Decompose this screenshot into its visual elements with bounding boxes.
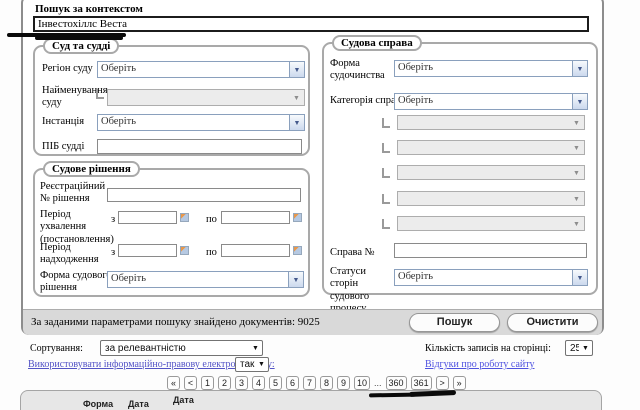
court-name-label: Найменування суду <box>42 85 100 110</box>
pagination-page[interactable]: 9 <box>337 376 350 390</box>
dropdown-arrow-icon: ▼ <box>569 217 584 230</box>
case-subcategory-select: ▼ <box>397 140 585 155</box>
registration-number-label: Реєстраційний № рішення <box>40 181 110 206</box>
sorting-label: Сортування: <box>30 343 83 354</box>
dropdown-arrow-icon: ▼ <box>569 166 584 179</box>
dropdown-arrow-icon: ▼ <box>288 272 303 287</box>
court-region-select[interactable]: Оберіть ▼ <box>97 61 305 78</box>
case-subcategory-select: ▼ <box>397 165 585 180</box>
pagination-page[interactable]: 5 <box>269 376 282 390</box>
records-per-page-select[interactable]: 25 ▼ <box>565 340 593 356</box>
court-region-label: Регіон суду <box>42 63 93 75</box>
receipt-period-label: Період надходження <box>40 242 116 267</box>
subcategory-indent-icon <box>382 143 390 153</box>
case-number-input[interactable] <box>394 243 587 258</box>
decision-form-label: Форма судового рішення <box>40 270 112 295</box>
pagination-page[interactable]: 7 <box>303 376 316 390</box>
court-case-fieldset: Судова справа Форма судочинства Оберіть … <box>322 42 598 295</box>
receipt-from-input[interactable] <box>118 244 177 257</box>
context-search-label: Пошук за контекстом <box>35 3 143 16</box>
pagination-last[interactable]: » <box>453 376 466 390</box>
annotation-stroke <box>35 36 123 40</box>
case-subcategory-select: ▼ <box>397 115 585 130</box>
parties-status-select[interactable]: Оберіть ▼ <box>394 269 588 286</box>
court-instance-select[interactable]: Оберіть ▼ <box>97 114 305 131</box>
court-case-legend: Судова справа <box>332 35 422 51</box>
court-decision-legend: Судове рішення <box>43 161 140 177</box>
pagination-first[interactable]: « <box>167 376 180 390</box>
pagination-page[interactable]: 360 <box>386 376 407 390</box>
context-search-input[interactable] <box>33 16 589 32</box>
receipt-to-label: по <box>206 247 217 259</box>
dropdown-arrow-icon: ▼ <box>572 94 587 109</box>
court-judges-legend: Суд та судді <box>43 38 119 54</box>
case-subcategory-select: ▼ <box>397 191 585 206</box>
pagination-page[interactable]: 3 <box>235 376 248 390</box>
pagination-page[interactable]: 361 <box>411 376 432 390</box>
pagination-next[interactable]: > <box>436 376 449 390</box>
pagination-page[interactable]: 2 <box>218 376 231 390</box>
subcategory-indent-icon <box>382 168 390 178</box>
pagination-ellipsis: ... <box>374 378 382 388</box>
court-name-select: ▼ <box>107 89 305 106</box>
calendar-icon[interactable] <box>293 246 302 255</box>
judge-name-input[interactable] <box>97 139 302 154</box>
court-instance-label: Інстанція <box>42 116 84 128</box>
records-per-page-label: Кількість записів на сторінці: <box>425 343 551 354</box>
pagination-prev[interactable]: < <box>184 376 197 390</box>
dropdown-arrow-icon: ▼ <box>249 345 262 352</box>
dropdown-arrow-icon: ▼ <box>572 61 587 76</box>
adoption-to-label: по <box>206 214 217 226</box>
subcategory-indent-icon <box>382 194 390 204</box>
calendar-icon[interactable] <box>180 246 189 255</box>
dropdown-arrow-icon: ▼ <box>579 345 592 352</box>
subcategory-indent-icon <box>96 89 104 99</box>
case-number-label: Справа № <box>330 247 375 259</box>
case-category-select[interactable]: Оберіть ▼ <box>394 93 588 110</box>
adoption-period-label: Період ухвалення (постановлення) <box>40 209 116 246</box>
dropdown-arrow-icon: ▼ <box>255 361 268 368</box>
judge-name-label: ПІБ судді <box>42 141 84 153</box>
pagination-page[interactable]: 10 <box>354 376 370 390</box>
dropdown-arrow-icon: ▼ <box>289 62 304 77</box>
dropdown-arrow-icon: ▼ <box>569 141 584 154</box>
found-documents-text: За заданими параметрами пошуку знайдено … <box>31 316 320 328</box>
dropdown-arrow-icon: ▼ <box>569 116 584 129</box>
adoption-to-input[interactable] <box>221 211 290 224</box>
pagination-page[interactable]: 4 <box>252 376 265 390</box>
search-status-bar: За заданими параметрами пошуку знайдено … <box>23 309 602 335</box>
subcategory-indent-icon <box>382 219 390 229</box>
receipt-from-label: з <box>111 247 115 259</box>
dropdown-arrow-icon: ▼ <box>289 90 304 105</box>
adoption-from-input[interactable] <box>118 211 177 224</box>
results-column-date-2: Дата <box>173 395 194 405</box>
pagination-page[interactable]: 1 <box>201 376 214 390</box>
pagination: « < 1 2 3 4 5 6 7 8 9 10 ... 360 361 > » <box>167 376 466 390</box>
dropdown-arrow-icon: ▼ <box>572 270 587 285</box>
proceeding-form-select[interactable]: Оберіть ▼ <box>394 60 588 77</box>
court-judges-fieldset: Суд та судді Регіон суду Оберіть ▼ Найме… <box>33 45 310 156</box>
sorting-select[interactable]: за релевантністю ▼ <box>100 340 263 356</box>
results-table-header: Форма Дата Дата <box>20 390 602 410</box>
registration-number-input[interactable] <box>107 188 301 202</box>
court-decision-fieldset: Судове рішення Реєстраційний № рішення П… <box>33 168 310 297</box>
case-subcategory-select: ▼ <box>397 216 585 231</box>
adoption-from-label: з <box>111 214 115 226</box>
clear-button[interactable]: Очистити <box>507 313 598 332</box>
site-feedback-link[interactable]: Відгуки про роботу сайту <box>425 359 534 370</box>
legal-database-select[interactable]: так ▼ <box>235 357 269 372</box>
dropdown-arrow-icon: ▼ <box>289 115 304 130</box>
dropdown-arrow-icon: ▼ <box>569 192 584 205</box>
search-button[interactable]: Пошук <box>409 313 500 332</box>
calendar-icon[interactable] <box>293 213 302 222</box>
proceeding-form-label: Форма судочинства <box>330 58 392 83</box>
calendar-icon[interactable] <box>180 213 189 222</box>
search-form-panel: Пошук за контекстом Суд та судді Регіон … <box>21 0 604 335</box>
pagination-page[interactable]: 6 <box>286 376 299 390</box>
decision-form-select[interactable]: Оберіть ▼ <box>107 271 304 288</box>
pagination-page[interactable]: 8 <box>320 376 333 390</box>
subcategory-indent-icon <box>382 118 390 128</box>
receipt-to-input[interactable] <box>221 244 290 257</box>
